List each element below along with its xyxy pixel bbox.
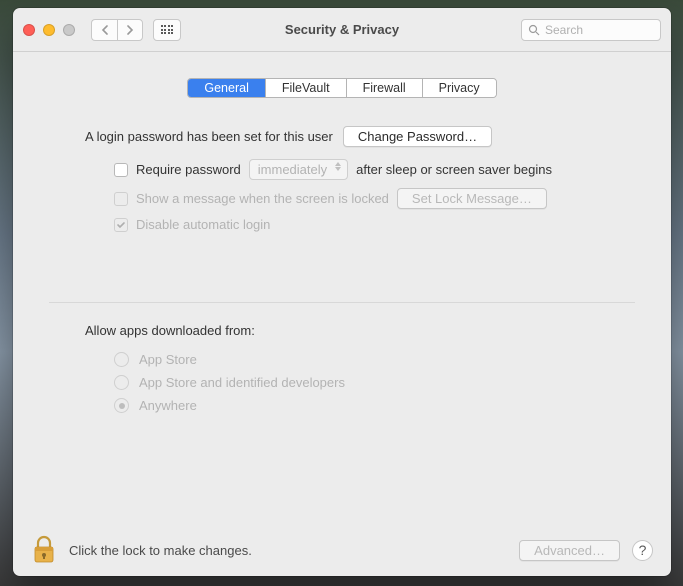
tab-general[interactable]: General [188, 79, 264, 97]
require-password-delay-value: immediately [258, 162, 327, 177]
lock-icon [31, 535, 57, 565]
require-password-label-after: after sleep or screen saver begins [356, 162, 552, 177]
tab-filevault[interactable]: FileVault [265, 79, 346, 97]
minimize-window-button[interactable] [43, 24, 55, 36]
advanced-button: Advanced… [519, 540, 620, 561]
back-button[interactable] [91, 19, 117, 41]
disable-auto-login-checkbox [114, 218, 128, 232]
allow-appstore-label: App Store [139, 352, 197, 367]
search-input[interactable] [545, 23, 654, 37]
set-lock-message-button: Set Lock Message… [397, 188, 547, 209]
allow-identified-radio [114, 375, 129, 390]
search-icon [528, 24, 540, 36]
chevron-left-icon [101, 25, 109, 35]
allow-identified-label: App Store and identified developers [139, 375, 345, 390]
tab-privacy[interactable]: Privacy [422, 79, 496, 97]
search-field[interactable] [521, 19, 661, 41]
allow-apps-title: Allow apps downloaded from: [85, 323, 635, 338]
close-window-button[interactable] [23, 24, 35, 36]
require-password-checkbox[interactable] [114, 163, 128, 177]
tab-firewall[interactable]: Firewall [346, 79, 422, 97]
login-password-message: A login password has been set for this u… [85, 129, 333, 144]
require-password-delay-select: immediately [249, 159, 348, 180]
allow-anywhere-label: Anywhere [139, 398, 197, 413]
lock-text: Click the lock to make changes. [69, 543, 252, 558]
forward-button[interactable] [117, 19, 143, 41]
zoom-window-button[interactable] [63, 24, 75, 36]
disable-auto-login-label: Disable automatic login [136, 217, 270, 232]
allow-appstore-radio [114, 352, 129, 367]
chevron-right-icon [126, 25, 134, 35]
change-password-button[interactable]: Change Password… [343, 126, 492, 147]
allow-anywhere-radio [114, 398, 129, 413]
checkmark-icon [116, 220, 126, 230]
grid-icon [161, 25, 174, 34]
show-message-checkbox [114, 192, 128, 206]
updown-icon [335, 162, 341, 171]
preferences-window: Security & Privacy General FileVault Fir… [13, 8, 671, 576]
titlebar: Security & Privacy [13, 8, 671, 52]
divider [49, 302, 635, 303]
lock-button[interactable] [31, 535, 57, 565]
require-password-label-before: Require password [136, 162, 241, 177]
show-message-label: Show a message when the screen is locked [136, 191, 389, 206]
show-all-button[interactable] [153, 19, 181, 41]
help-button[interactable]: ? [632, 540, 653, 561]
help-icon: ? [639, 542, 647, 558]
tab-bar: General FileVault Firewall Privacy [187, 78, 496, 98]
